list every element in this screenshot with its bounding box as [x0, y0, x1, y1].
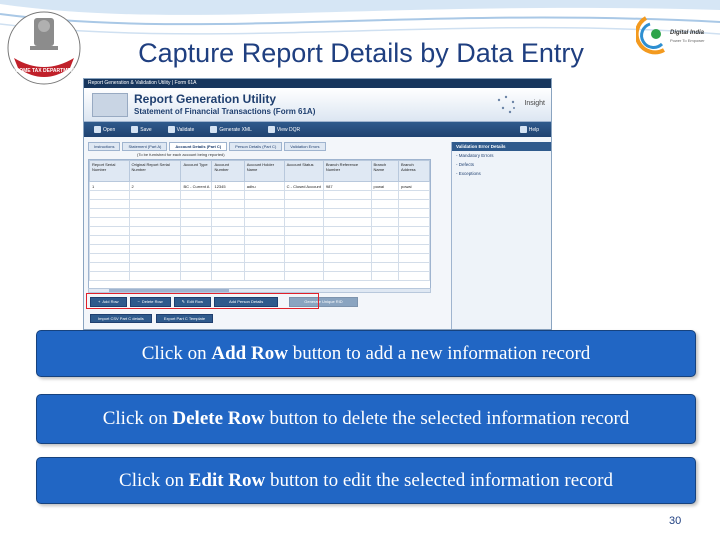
network-dots-icon: [497, 95, 515, 114]
app-header: Report Generation Utility Statement of F…: [84, 88, 551, 122]
table-cell[interactable]: adhu: [243, 181, 285, 191]
open-button[interactable]: Open: [88, 124, 121, 135]
view-dqr-button[interactable]: View DQR: [262, 124, 306, 135]
table-cell[interactable]: C - Closed Account: [283, 181, 324, 191]
income-tax-logo: INCOME TAX DEPARTMENT: [7, 11, 81, 85]
callout-bold: Delete Row: [172, 408, 265, 429]
table-row[interactable]: [89, 244, 430, 254]
callout-prefix: Click on: [119, 469, 189, 491]
callout-prefix: Click on: [102, 408, 173, 429]
import-csv-button[interactable]: Import CSV Part C details: [90, 313, 152, 323]
table-header-row: Report Serial Number Original Report Ser…: [89, 160, 430, 182]
folder-icon: [94, 126, 101, 133]
callout-bold: Edit Row: [188, 469, 266, 491]
table-cell[interactable]: BC - Current A: [180, 181, 213, 191]
table-cell[interactable]: 987: [322, 181, 372, 191]
digital-india-subtext: Power To Empower: [670, 38, 705, 43]
side-item-label: Mandatory Errors: [458, 153, 494, 158]
callout-bold: Add Row: [211, 342, 288, 364]
col-header: Branch Address: [398, 160, 430, 182]
app-brand: Insight: [524, 100, 545, 107]
validation-panel-title: Validation Error Details: [452, 142, 551, 151]
app-window-title: Report Generation & Validation Utility |…: [84, 79, 551, 88]
app-toolbar: Open Save Validate Generate XML View DQR…: [84, 122, 551, 137]
col-header: Report Serial Number: [89, 160, 130, 182]
view-dqr-label: View DQR: [276, 126, 301, 133]
account-note: (To be furnished for each account being …: [137, 152, 225, 157]
report-icon: [267, 126, 275, 133]
app-screenshot: Report Generation & Validation Utility |…: [83, 78, 552, 330]
logo-text: INCOME TAX DEPARTMENT: [11, 68, 78, 74]
col-header: Original Report Serial Number: [128, 160, 182, 182]
callout-add-row: Click on Add Row button to add a new inf…: [36, 330, 696, 377]
col-header: Branch Reference Number: [322, 160, 372, 182]
highlight-box: [86, 293, 319, 309]
col-header: Account Number: [211, 160, 245, 182]
table-row[interactable]: [89, 217, 430, 227]
callout-suffix: button to delete the selected informatio…: [264, 408, 630, 429]
validation-error-panel: Validation Error Details - Mandatory Err…: [451, 142, 551, 329]
export-template-button[interactable]: Export Part C Template: [155, 313, 214, 323]
table-row[interactable]: [89, 190, 430, 200]
table-row[interactable]: [89, 226, 430, 236]
table-row[interactable]: [89, 253, 430, 263]
app-header-title: Report Generation Utility: [134, 92, 277, 106]
import-export-bar: Import CSV Part C details Export Part C …: [84, 312, 449, 324]
tab-instructions[interactable]: Instructions: [88, 142, 121, 151]
col-header: Account Holder Name: [243, 160, 285, 182]
col-header: Branch Name: [370, 160, 400, 182]
digital-india-text: Digital India: [670, 30, 705, 36]
table-cell[interactable]: 1: [89, 181, 130, 191]
scrollbar-thumb[interactable]: [109, 289, 229, 292]
side-item-mandatory-errors[interactable]: - Mandatory Errors: [452, 151, 551, 160]
save-button[interactable]: Save: [125, 124, 157, 135]
help-button[interactable]: Help: [514, 124, 545, 135]
table-row[interactable]: [89, 208, 430, 218]
callout-suffix: button to add a new information record: [287, 342, 591, 364]
table-cell[interactable]: 2: [128, 181, 182, 191]
col-header: Account Status: [283, 160, 324, 182]
tab-statement[interactable]: Statement (Part A): [122, 142, 168, 151]
table-cell[interactable]: powai: [370, 181, 400, 191]
app-badge-icon: [92, 93, 128, 117]
account-grid[interactable]: Report Serial Number Original Report Ser…: [88, 159, 431, 289]
callout-suffix: button to edit the selected information …: [265, 469, 613, 491]
side-item-defects[interactable]: - Defects: [452, 160, 551, 169]
validate-label: Validate: [176, 126, 195, 133]
generate-xml-label: Generate XML: [219, 126, 252, 133]
open-label: Open: [103, 126, 116, 133]
help-icon: [519, 126, 527, 133]
save-label: Save: [140, 126, 152, 133]
callout-edit-row: Click on Edit Row button to edit the sel…: [36, 457, 696, 504]
help-label: Help: [528, 126, 539, 133]
xml-icon: [210, 126, 218, 133]
table-row[interactable]: [89, 262, 430, 272]
side-item-label: Exceptions: [458, 171, 481, 176]
table-row[interactable]: 1 2 BC - Current A 12345 adhu C - Closed…: [89, 181, 430, 191]
side-item-label: Defects: [458, 162, 475, 167]
tab-strip: Instructions Statement (Part A) Account …: [84, 142, 449, 151]
table-row[interactable]: [89, 235, 430, 245]
table-row[interactable]: [89, 271, 430, 281]
account-table: Report Serial Number Original Report Ser…: [89, 160, 430, 281]
tab-person-details[interactable]: Person Details (Part C): [229, 142, 283, 151]
tab-validation-errors[interactable]: Validation Errors: [284, 142, 326, 151]
col-header: Account Type: [180, 160, 213, 182]
table-cell[interactable]: 12345: [211, 181, 245, 191]
table-cell[interactable]: powai: [398, 181, 430, 191]
app-header-subtitle: Statement of Financial Transactions (For…: [134, 107, 316, 116]
side-item-exceptions[interactable]: - Exceptions: [452, 169, 551, 178]
generate-xml-button[interactable]: Generate XML: [204, 124, 258, 135]
validate-button[interactable]: Validate: [162, 124, 201, 135]
save-icon: [131, 126, 139, 133]
callout-prefix: Click on: [141, 342, 212, 364]
table-row[interactable]: [89, 199, 430, 209]
slide-title: Capture Report Details by Data Entry: [138, 38, 584, 68]
tab-account-details[interactable]: Account Details (Part C): [169, 142, 228, 151]
check-icon: [167, 126, 175, 133]
callout-delete-row: Click on Delete Row button to delete the…: [36, 394, 696, 444]
page-number: 30: [669, 515, 682, 527]
